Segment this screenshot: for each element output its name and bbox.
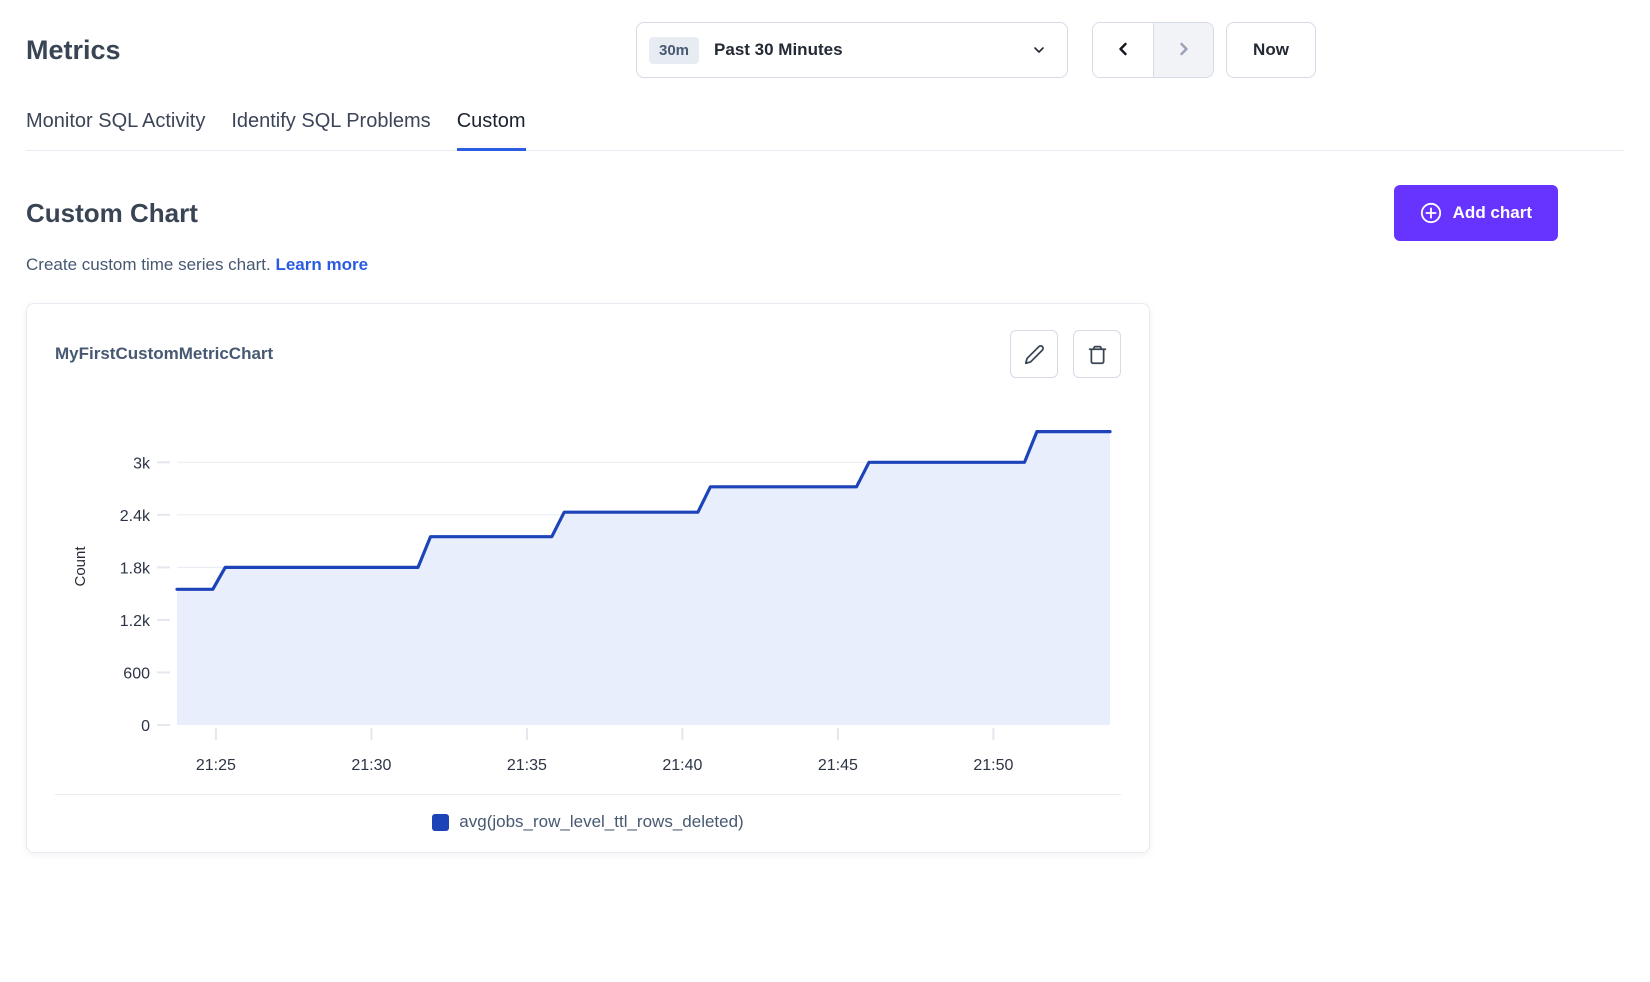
chevron-down-icon [1031, 42, 1047, 58]
legend-label: avg(jobs_row_level_ttl_rows_deleted) [459, 812, 743, 832]
custom-chart-card: MyFirstCustomMetricChart 0 600 1.2k 1.8k 2.4… [26, 303, 1150, 853]
x-tick-label: 21:50 [973, 757, 1013, 774]
section-header: Custom Chart Add chart [26, 185, 1650, 241]
legend-swatch [432, 814, 449, 831]
description-text: Create custom time series chart. [26, 255, 271, 274]
tab-custom[interactable]: Custom [457, 102, 526, 151]
page-title: Metrics [26, 22, 121, 78]
x-tick-label: 21:45 [818, 757, 858, 774]
time-range-dropdown[interactable]: 30m Past 30 Minutes [636, 22, 1068, 78]
chart-legend: avg(jobs_row_level_ttl_rows_deleted) [55, 795, 1121, 852]
chevron-right-icon [1174, 39, 1194, 62]
chevron-left-icon [1113, 39, 1133, 62]
x-tick-label: 21:30 [351, 757, 391, 774]
time-range-badge: 30m [649, 37, 699, 64]
y-tick-label: 1.2k [120, 613, 151, 630]
chart-actions [1010, 330, 1121, 378]
y-tick-label: 0 [141, 718, 150, 735]
edit-chart-button[interactable] [1010, 330, 1058, 378]
add-chart-label: Add chart [1453, 203, 1532, 223]
time-controls: 30m Past 30 Minutes Now [636, 22, 1316, 78]
x-tick-label: 21:25 [196, 757, 236, 774]
series-area [177, 432, 1110, 725]
y-tick-label: 1.8k [120, 560, 151, 577]
y-tick-label: 3k [133, 455, 151, 472]
delete-chart-button[interactable] [1073, 330, 1121, 378]
x-tick-label: 21:40 [662, 757, 702, 774]
now-button[interactable]: Now [1226, 22, 1316, 78]
chart-title: MyFirstCustomMetricChart [55, 344, 273, 364]
page-header: Metrics 30m Past 30 Minutes Now [26, 22, 1650, 78]
pencil-icon [1024, 344, 1045, 365]
trash-icon [1087, 344, 1108, 365]
next-interval-button[interactable] [1153, 23, 1213, 77]
chart-card-header: MyFirstCustomMetricChart [55, 330, 1121, 378]
tab-monitor-sql-activity[interactable]: Monitor SQL Activity [26, 102, 205, 151]
time-range-label: Past 30 Minutes [714, 40, 843, 60]
time-series-chart[interactable]: 0 600 1.2k 1.8k 2.4k 3k 21:25 21:30 21:35 21:40 21… [55, 390, 1123, 790]
time-step-buttons [1092, 22, 1214, 78]
section-description: Create custom time series chart. Learn m… [26, 255, 1650, 275]
plus-circle-icon [1420, 202, 1442, 224]
x-tick-label: 21:35 [507, 757, 547, 774]
tab-identify-sql-problems[interactable]: Identify SQL Problems [231, 102, 430, 151]
previous-interval-button[interactable] [1093, 23, 1153, 77]
add-chart-button[interactable]: Add chart [1394, 185, 1558, 241]
y-axis-title: Count [72, 546, 89, 587]
section-title: Custom Chart [26, 198, 198, 229]
y-tick-label: 2.4k [120, 508, 151, 525]
legend-item[interactable]: avg(jobs_row_level_ttl_rows_deleted) [432, 812, 743, 832]
y-tick-label: 600 [123, 665, 150, 682]
tab-bar: Monitor SQL Activity Identify SQL Proble… [26, 102, 1624, 151]
learn-more-link[interactable]: Learn more [275, 255, 368, 274]
